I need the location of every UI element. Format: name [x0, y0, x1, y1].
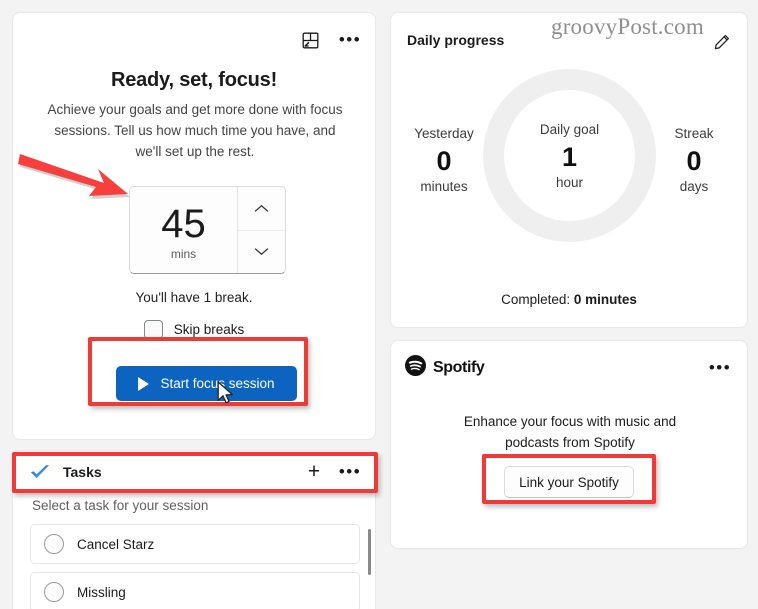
daily-goal-stat: Daily goal 1 hour	[483, 69, 656, 242]
chevron-down-icon[interactable]	[238, 229, 285, 274]
duration-unit-label: mins	[170, 247, 197, 261]
play-icon	[138, 376, 150, 391]
duration-stepper[interactable]: 45 mins	[129, 186, 286, 274]
streak-value: 0	[686, 146, 702, 176]
yesterday-unit: minutes	[420, 179, 468, 194]
streak-stat: Streak 0 days	[649, 126, 739, 194]
tasks-more-glyph: •••	[338, 462, 362, 481]
focus-session-card: ••• Ready, set, focus! Achieve your goal…	[12, 12, 376, 440]
tasks-scrollbar[interactable]	[368, 529, 371, 575]
completed-value: 0 minutes	[573, 292, 637, 307]
stepper-buttons	[237, 187, 285, 273]
start-focus-session-label: Start focus session	[160, 376, 275, 391]
skip-breaks-label: Skip breaks	[173, 322, 245, 337]
completed-summary: Completed: 0 minutes	[391, 292, 747, 307]
pencil-edit-icon[interactable]	[709, 29, 735, 55]
skip-breaks-box[interactable]	[143, 320, 163, 339]
list-item[interactable]: Cancel Starz	[30, 524, 360, 564]
spotify-logo-icon	[405, 355, 426, 381]
page-title: Ready, set, focus!	[110, 69, 278, 91]
daily-progress-title: Daily progress	[407, 32, 505, 48]
tasks-more-options-icon[interactable]: •••	[337, 459, 363, 485]
task-label: Cancel Starz	[77, 536, 155, 552]
daily-progress-card: Daily progress Daily goal 1 hour Yesterd…	[390, 12, 748, 328]
streak-label: Streak	[674, 126, 714, 141]
tasks-subtitle: Select a task for your session	[32, 498, 209, 513]
task-label: Missling	[77, 584, 126, 600]
spotify-more-options-icon[interactable]: •••	[707, 355, 733, 381]
streak-unit: days	[679, 179, 709, 194]
focus-card-toolbar: •••	[297, 27, 363, 53]
tasks-header: Tasks + •••	[13, 451, 375, 493]
add-task-button[interactable]: +	[301, 459, 327, 485]
watermark: groovyPost.com	[551, 14, 704, 39]
yesterday-label: Yesterday	[414, 126, 474, 141]
daily-goal-unit: hour	[555, 174, 584, 190]
skip-breaks-checkbox[interactable]: Skip breaks	[13, 320, 375, 339]
link-spotify-button[interactable]: Link your Spotify	[504, 466, 634, 498]
break-note: You'll have 1 break.	[135, 290, 253, 305]
task-complete-radio[interactable]	[44, 582, 64, 602]
task-list: Cancel Starz Missling	[30, 524, 360, 609]
yesterday-value: 0	[436, 146, 452, 176]
chevron-up-icon[interactable]	[238, 187, 285, 230]
list-item[interactable]: Missling	[30, 572, 360, 609]
duration-value: 45	[161, 202, 206, 246]
spotify-card: Spotify ••• Enhance your focus with musi…	[390, 340, 748, 549]
focus-sessions-app: ••• Ready, set, focus! Achieve your goal…	[0, 0, 758, 609]
plus-icon: +	[307, 460, 321, 483]
yesterday-stat: Yesterday 0 minutes	[399, 126, 489, 194]
daily-goal-value: 1	[561, 141, 578, 172]
completed-prefix: Completed:	[501, 292, 574, 307]
tasks-card: Tasks + ••• Select a task for your sessi…	[12, 450, 376, 609]
task-complete-radio[interactable]	[44, 534, 64, 554]
duration-display[interactable]: 45 mins	[130, 187, 237, 273]
spotify-more-glyph: •••	[708, 358, 732, 377]
tasks-title: Tasks	[63, 464, 102, 480]
spotify-wordmark: Spotify	[433, 359, 485, 376]
more-options-glyph: •••	[338, 30, 362, 49]
daily-goal-label: Daily goal	[539, 121, 600, 137]
spotify-description: Enhance your focus with music and podcas…	[463, 414, 677, 450]
focus-description: Achieve your goals and get more done wit…	[47, 102, 343, 159]
spotify-brand: Spotify	[405, 355, 485, 381]
more-options-icon[interactable]: •••	[337, 27, 363, 53]
todo-checkmark-icon	[29, 461, 51, 483]
mini-view-icon[interactable]	[297, 27, 323, 53]
start-focus-session-button[interactable]: Start focus session	[116, 366, 297, 401]
